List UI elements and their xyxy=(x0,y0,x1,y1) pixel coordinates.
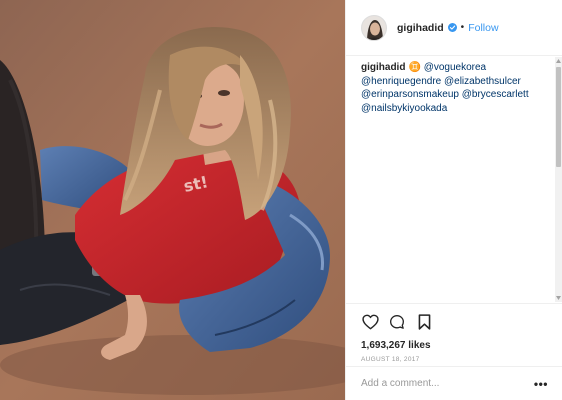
post-date[interactable]: AUGUST 18, 2017 xyxy=(361,356,548,363)
scroll-up-arrow-icon[interactable] xyxy=(555,57,562,65)
caption-scrollbar[interactable] xyxy=(555,57,562,302)
header-separator: • xyxy=(460,22,465,33)
heart-icon xyxy=(361,314,379,330)
verified-badge-icon xyxy=(447,23,457,32)
more-options-button[interactable]: ••• xyxy=(534,378,548,390)
post-actions: 1,693,267 likes AUGUST 18, 2017 xyxy=(346,303,562,363)
post-header: gigihadid • Follow xyxy=(346,0,562,56)
comment-input[interactable] xyxy=(361,378,521,389)
caption-mention[interactable]: @henriquegendre xyxy=(361,76,441,87)
bookmark-icon xyxy=(418,314,430,330)
post-side-panel: gigihadid • Follow gigihadid ♊ @voguekore… xyxy=(345,0,562,400)
caption-author[interactable]: gigihadid xyxy=(361,62,405,73)
comment-icon xyxy=(390,315,404,329)
comment-button[interactable] xyxy=(388,313,406,331)
avatar-image xyxy=(362,15,386,40)
like-button[interactable] xyxy=(361,313,379,331)
caption-mention[interactable]: @brycescarlett xyxy=(462,89,529,100)
likes-count[interactable]: 1,693,267 likes xyxy=(361,340,548,351)
follow-button[interactable]: Follow xyxy=(468,22,498,34)
post-photo[interactable]: st! xyxy=(0,0,345,400)
action-icons-row xyxy=(361,313,548,331)
avatar[interactable] xyxy=(361,14,387,41)
scroll-down-arrow-icon[interactable] xyxy=(555,294,562,302)
caption-mention[interactable]: @voguekorea xyxy=(424,62,486,73)
save-button[interactable] xyxy=(415,313,433,331)
caption-emoji: ♊ xyxy=(408,62,421,73)
username-link[interactable]: gigihadid xyxy=(397,22,444,34)
caption: gigihadid ♊ @voguekorea @henriquegendre @… xyxy=(361,61,548,115)
caption-area: gigihadid ♊ @voguekorea @henriquegendre @… xyxy=(346,57,556,302)
caption-mention[interactable]: @erinparsonsmakeup xyxy=(361,89,459,100)
comment-bar: ••• xyxy=(346,366,562,400)
post-photo-image: st! xyxy=(0,0,345,400)
scrollbar-thumb[interactable] xyxy=(556,67,561,167)
caption-mention[interactable]: @nailsbykiyookada xyxy=(361,103,447,114)
caption-mention[interactable]: @elizabethsulcer xyxy=(444,76,521,87)
